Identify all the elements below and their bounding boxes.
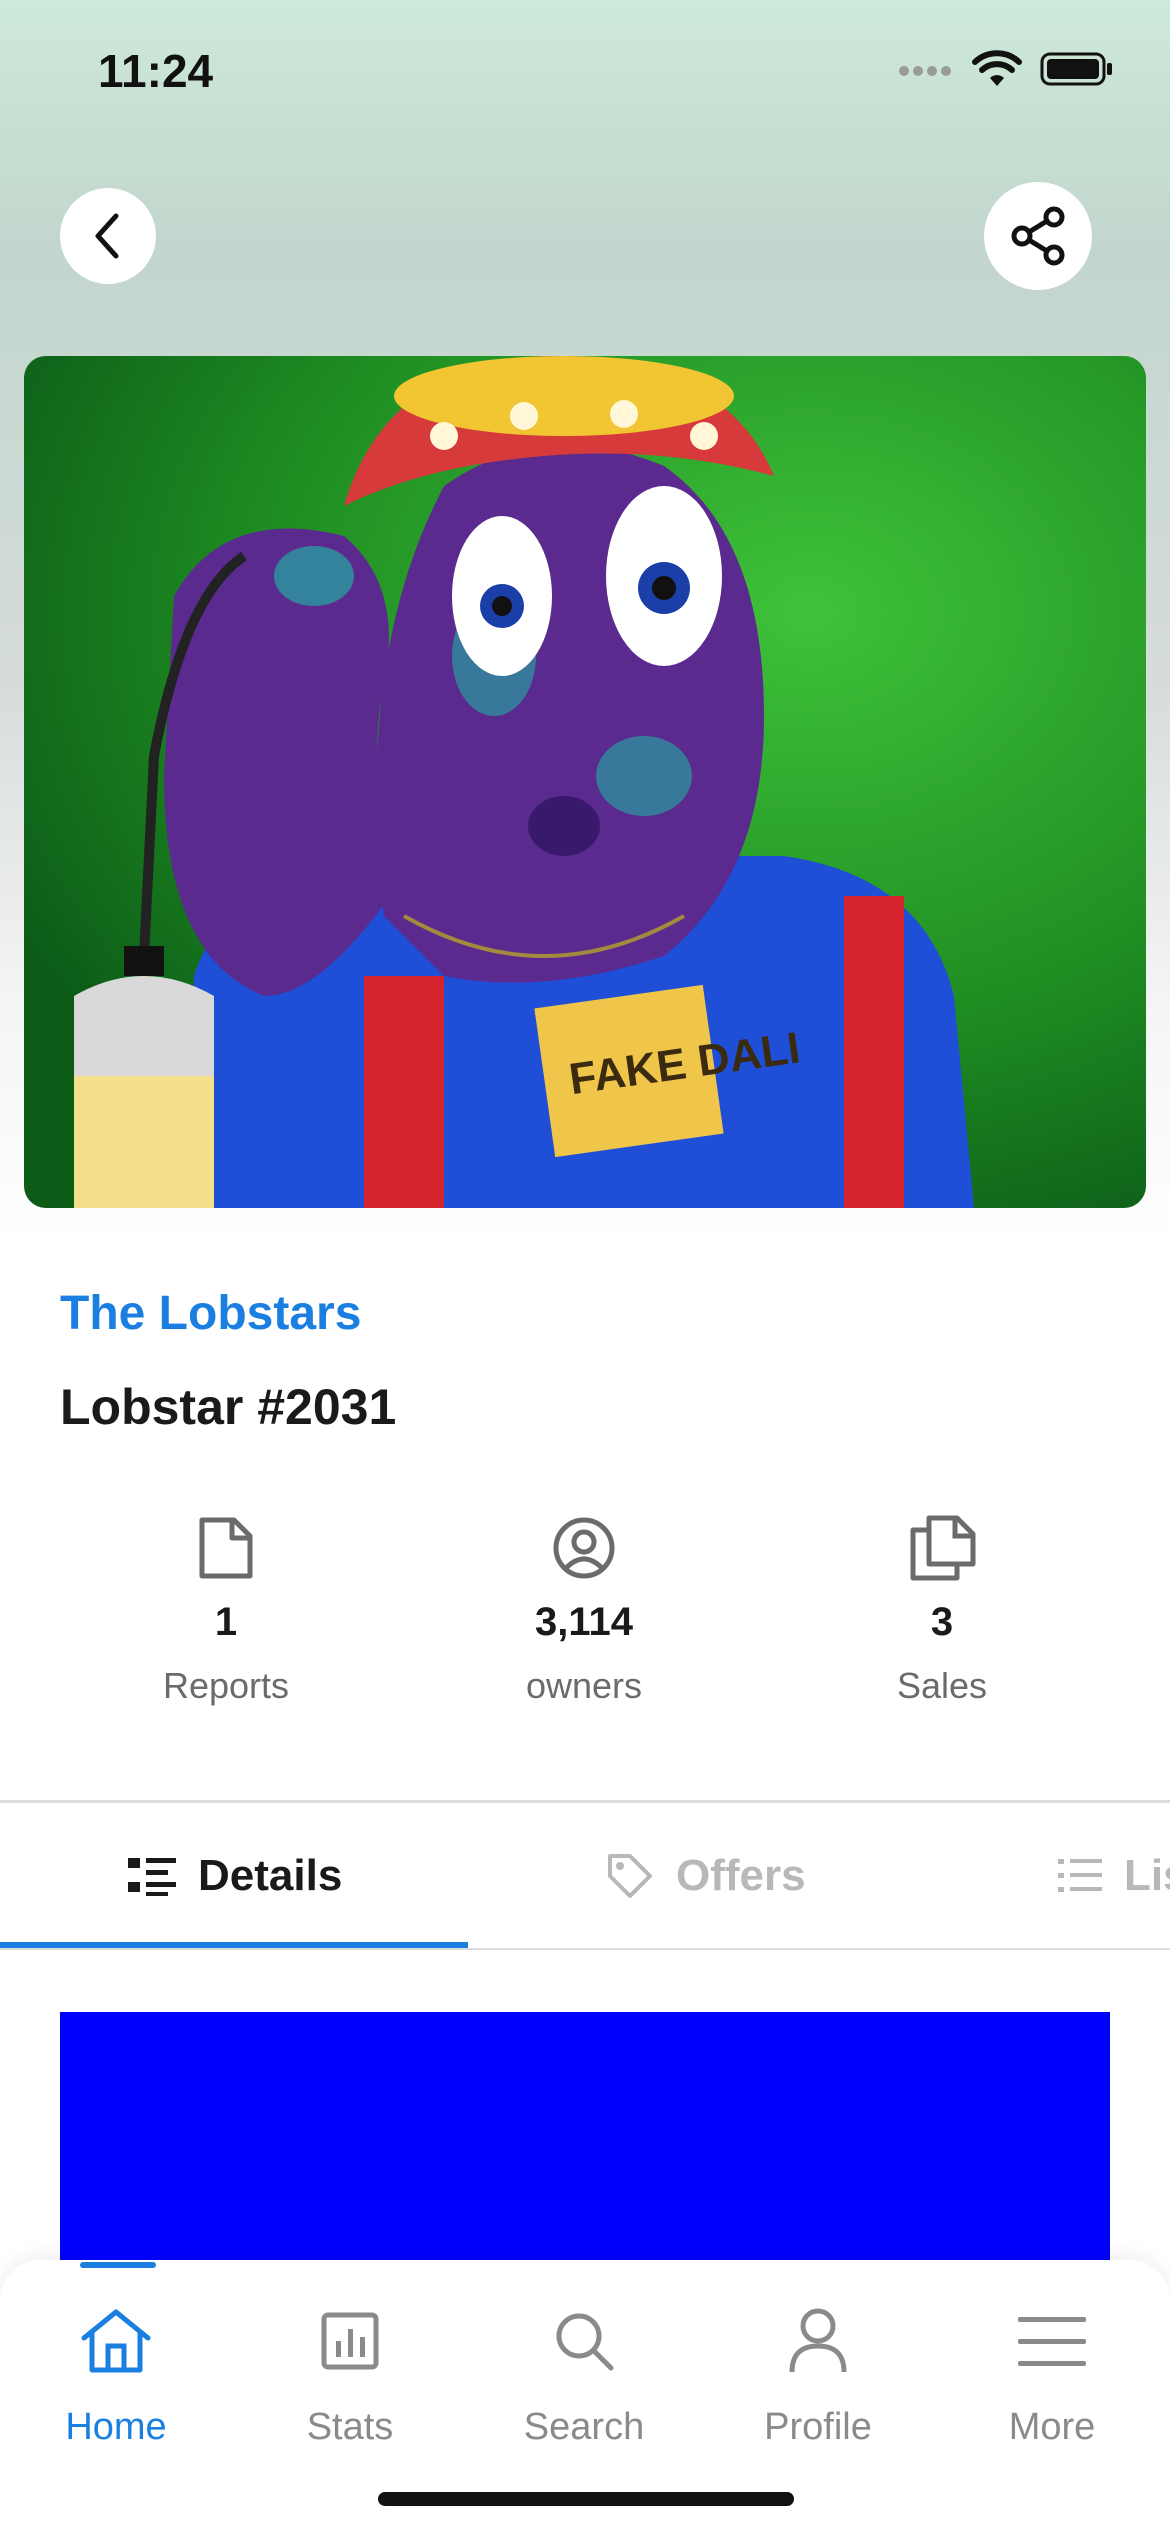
- nft-artwork: FAKE DALI: [24, 356, 1146, 1208]
- stat-sales: 3 Sales: [792, 1510, 1092, 1707]
- stat-value: 1: [214, 1600, 238, 1644]
- stat-reports: 1 Reports: [76, 1510, 376, 1707]
- copies-icon: [910, 1515, 976, 1581]
- cellular-signal-icon: [899, 66, 951, 76]
- tab-listings[interactable]: Lis: [1058, 1803, 1170, 1949]
- nav-label: Search: [523, 2406, 645, 2448]
- tab-label: Lis: [1124, 1851, 1170, 1900]
- nav-active-indicator: [80, 2262, 156, 2268]
- details-list-icon: [128, 1858, 176, 1896]
- search-icon: [556, 2313, 614, 2371]
- stats-row: 1 Reports 3,114 owners 3 Sales: [0, 1510, 1170, 1730]
- details-content-block: [60, 2012, 1110, 2262]
- stats-icon: [321, 2312, 379, 2370]
- list-icon: [1058, 1859, 1102, 1892]
- divider: [0, 1948, 1170, 1950]
- back-button[interactable]: [60, 188, 156, 284]
- nav-profile[interactable]: Profile: [718, 2296, 918, 2449]
- nft-image[interactable]: FAKE DALI: [24, 356, 1146, 1208]
- nav-search[interactable]: Search: [484, 2296, 684, 2449]
- stat-value: 3: [930, 1600, 954, 1644]
- user-circle-icon: [553, 1517, 615, 1579]
- stat-label: owners: [525, 1665, 643, 1706]
- status-icons: [898, 50, 1114, 88]
- collection-name-link[interactable]: The Lobstars: [60, 1286, 361, 1341]
- nav-home[interactable]: Home: [16, 2296, 216, 2449]
- menu-icon: [1018, 2317, 1086, 2366]
- tab-label: Offers: [676, 1851, 806, 1900]
- status-bar: 11:24: [0, 0, 1170, 140]
- tab-offers[interactable]: Offers: [606, 1803, 806, 1949]
- home-indicator: [378, 2492, 794, 2506]
- tab-details[interactable]: Details: [128, 1803, 342, 1949]
- profile-icon: [789, 2308, 847, 2373]
- nav-label: More: [1008, 2406, 1096, 2448]
- share-icon: [1011, 206, 1065, 266]
- document-icon: [199, 1517, 253, 1579]
- item-name: Lobstar #2031: [60, 1379, 397, 1435]
- status-time: 11:24: [98, 45, 214, 97]
- stat-label: Sales: [896, 1665, 988, 1706]
- wifi-icon: [972, 50, 1022, 86]
- tab-bar: Details Offers Lis: [0, 1803, 1170, 1949]
- stat-owners: 3,114 owners: [434, 1510, 734, 1707]
- chevron-left-icon: [95, 213, 119, 259]
- share-button[interactable]: [984, 182, 1092, 290]
- nav-stats[interactable]: Stats: [250, 2296, 450, 2449]
- tab-label: Details: [198, 1851, 343, 1900]
- nav-label: Profile: [764, 2406, 872, 2448]
- nav-more[interactable]: More: [952, 2296, 1152, 2449]
- home-icon: [81, 2309, 151, 2373]
- stat-value: 3,114: [535, 1600, 633, 1644]
- battery-icon: [1040, 52, 1112, 86]
- stat-label: Reports: [162, 1665, 290, 1706]
- tag-icon: [608, 1854, 652, 1898]
- nav-label: Stats: [306, 2406, 394, 2448]
- nav-label: Home: [65, 2406, 167, 2448]
